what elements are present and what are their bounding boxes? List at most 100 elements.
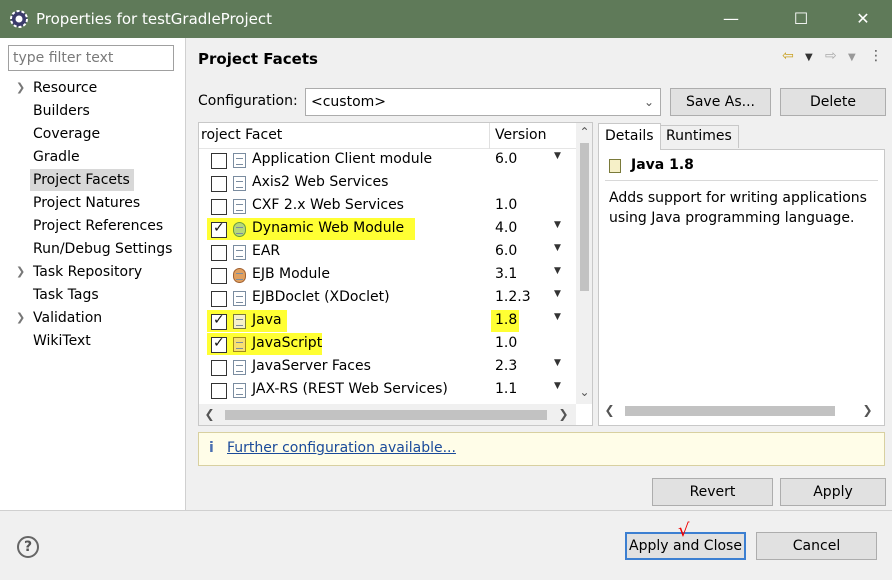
- facet-version[interactable]: 6.0: [495, 151, 517, 167]
- further-configuration-link[interactable]: Further configuration available...: [227, 440, 456, 456]
- info-icon: i: [209, 440, 214, 456]
- column-header-version[interactable]: Version: [495, 127, 546, 143]
- configuration-select[interactable]: <custom> ⌄: [305, 88, 661, 116]
- sidebar-item-coverage[interactable]: Coverage: [33, 123, 104, 145]
- revert-button[interactable]: Revert: [652, 478, 773, 506]
- sidebar-item-run-debug-settings[interactable]: Run/Debug Settings: [33, 238, 176, 260]
- column-header-facet[interactable]: roject Facet: [201, 127, 282, 143]
- facet-checkbox[interactable]: [211, 360, 227, 376]
- details-panel: Details Runtimes Java 1.8 Adds support f…: [598, 122, 885, 426]
- scroll-left-icon[interactable]: ❮: [601, 403, 618, 417]
- facet-checkbox[interactable]: [211, 383, 227, 399]
- facet-checkbox[interactable]: [211, 220, 227, 238]
- tab-runtimes[interactable]: Runtimes: [659, 125, 739, 148]
- facet-checkbox[interactable]: [211, 153, 227, 169]
- version-dropdown-icon[interactable]: ▼: [554, 220, 561, 230]
- facet-version[interactable]: 3.1: [495, 266, 517, 282]
- facet-version[interactable]: 1.2.3: [495, 289, 531, 305]
- facet-doc-icon: [233, 176, 246, 191]
- version-dropdown-icon[interactable]: ▼: [554, 266, 561, 276]
- version-dropdown-icon[interactable]: ▼: [554, 289, 561, 299]
- sidebar-item-project-natures[interactable]: Project Natures: [33, 192, 144, 214]
- back-dropdown-icon[interactable]: ▼: [805, 52, 813, 72]
- scroll-left-icon[interactable]: ❮: [201, 407, 218, 421]
- back-arrow-icon[interactable]: ⇦: [782, 48, 794, 68]
- cancel-button[interactable]: Cancel: [756, 532, 877, 560]
- sidebar-item-resource[interactable]: Resource: [33, 77, 101, 99]
- apply-button[interactable]: Apply: [780, 478, 886, 506]
- scroll-up-icon[interactable]: ⌃: [576, 125, 592, 139]
- facet-version[interactable]: 1.8: [495, 312, 517, 328]
- facet-name: JAX-RS (REST Web Services): [252, 381, 448, 397]
- facet-checkbox[interactable]: [211, 245, 227, 261]
- forward-dropdown-icon[interactable]: ▼: [848, 52, 856, 72]
- sidebar-item-validation[interactable]: Validation: [33, 307, 106, 329]
- facet-name: EJBDoclet (XDoclet): [252, 289, 390, 305]
- table-row[interactable]: EJBDoclet (XDoclet) 1.2.3 ▼: [199, 287, 576, 310]
- sidebar-item-wikitext[interactable]: WikiText: [33, 330, 95, 352]
- column-divider[interactable]: [489, 123, 490, 149]
- sidebar-item-task-repository[interactable]: Task Repository: [33, 261, 146, 283]
- filter-input[interactable]: type filter text: [8, 45, 174, 71]
- sidebar: type filter text ❯ Resource Builders Cov…: [0, 38, 186, 510]
- scrollbar-thumb[interactable]: [625, 406, 835, 416]
- expand-validation-icon[interactable]: ❯: [16, 307, 26, 329]
- help-icon[interactable]: ?: [17, 536, 39, 558]
- table-row[interactable]: JavaServer Faces 2.3 ▼: [199, 356, 576, 379]
- table-row[interactable]: Dynamic Web Module 4.0 ▼: [199, 218, 576, 241]
- facet-checkbox[interactable]: [211, 176, 227, 192]
- close-button[interactable]: ✕: [840, 0, 886, 38]
- scrollbar-thumb[interactable]: [225, 410, 547, 420]
- table-row[interactable]: Application Client module 6.0 ▼: [199, 149, 576, 172]
- version-dropdown-icon[interactable]: ▼: [554, 151, 561, 161]
- table-row[interactable]: EAR 6.0 ▼: [199, 241, 576, 264]
- expand-task-repository-icon[interactable]: ❯: [16, 261, 26, 283]
- forward-arrow-icon[interactable]: ⇨: [825, 48, 837, 68]
- facet-checkbox[interactable]: [211, 199, 227, 215]
- facet-version[interactable]: 1.1: [495, 381, 517, 397]
- dialog-body: type filter text ❯ Resource Builders Cov…: [0, 38, 892, 580]
- horizontal-scrollbar[interactable]: ❮ ❯: [199, 404, 576, 425]
- sidebar-item-task-tags[interactable]: Task Tags: [33, 284, 103, 306]
- minimize-button[interactable]: —: [708, 0, 754, 38]
- table-row[interactable]: Java 1.8 ▼: [199, 310, 576, 333]
- java-facet-icon: [609, 159, 621, 173]
- horizontal-scrollbar[interactable]: ❮ ❯: [601, 400, 882, 422]
- facet-version[interactable]: 1.0: [495, 335, 517, 351]
- facet-checkbox[interactable]: [211, 312, 227, 330]
- version-dropdown-icon[interactable]: ▼: [554, 358, 561, 368]
- version-dropdown-icon[interactable]: ▼: [554, 312, 561, 322]
- scroll-down-icon[interactable]: ⌄: [576, 385, 592, 399]
- expand-resource-icon[interactable]: ❯: [16, 77, 26, 99]
- facet-checkbox[interactable]: [211, 335, 227, 353]
- facet-version[interactable]: 4.0: [495, 220, 517, 236]
- delete-button[interactable]: Delete: [780, 88, 886, 116]
- table-row[interactable]: CXF 2.x Web Services 1.0: [199, 195, 576, 218]
- facet-version[interactable]: 2.3: [495, 358, 517, 374]
- facet-doc-icon: [233, 245, 246, 260]
- facet-checkbox[interactable]: [211, 291, 227, 307]
- vertical-scrollbar[interactable]: ⌃ ⌄: [576, 123, 592, 404]
- facet-version[interactable]: 6.0: [495, 243, 517, 259]
- view-menu-icon[interactable]: ⋮: [869, 48, 883, 68]
- table-row[interactable]: Axis2 Web Services: [199, 172, 576, 195]
- scroll-right-icon[interactable]: ❯: [555, 407, 572, 421]
- facet-checkbox[interactable]: [211, 268, 227, 284]
- facet-doc-icon: [233, 153, 246, 168]
- sidebar-item-project-references[interactable]: Project References: [33, 215, 167, 237]
- facet-version[interactable]: 1.0: [495, 197, 517, 213]
- sidebar-item-builders[interactable]: Builders: [33, 100, 94, 122]
- tab-details[interactable]: Details: [598, 123, 661, 150]
- maximize-button[interactable]: ☐: [778, 0, 824, 38]
- scroll-right-icon[interactable]: ❯: [859, 403, 876, 417]
- table-row[interactable]: JAX-RS (REST Web Services) 1.1 ▼: [199, 379, 576, 402]
- save-as-button[interactable]: Save As...: [670, 88, 771, 116]
- version-dropdown-icon[interactable]: ▼: [554, 243, 561, 253]
- table-row[interactable]: EJB Module 3.1 ▼: [199, 264, 576, 287]
- facet-web-icon: [233, 222, 246, 237]
- table-row[interactable]: JavaScript 1.0: [199, 333, 576, 356]
- sidebar-item-project-facets[interactable]: Project Facets: [30, 169, 134, 191]
- version-dropdown-icon[interactable]: ▼: [554, 381, 561, 391]
- scrollbar-thumb[interactable]: [580, 143, 589, 291]
- sidebar-item-gradle[interactable]: Gradle: [33, 146, 84, 168]
